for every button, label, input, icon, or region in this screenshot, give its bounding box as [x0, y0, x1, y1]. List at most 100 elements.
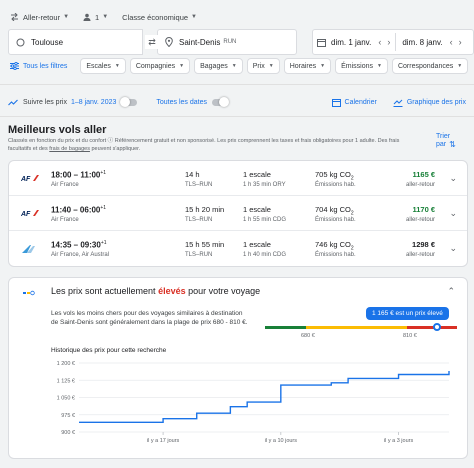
filter-chip-stops[interactable]: Escales ▼ [80, 58, 126, 74]
flight-row[interactable]: AF 11:40 – 06:00+1 Air France 15 h 20 mi… [9, 196, 467, 231]
times-value: 14:35 – 09:30 [51, 240, 101, 250]
flight-stops: 1 escale [243, 240, 271, 249]
filter-chip-emissions[interactable]: Émissions ▼ [335, 58, 388, 74]
sort-button[interactable]: Trier par ⇅ [436, 133, 456, 149]
track-dates-toggle[interactable] [120, 96, 138, 107]
air-france-logo-icon: AF [20, 174, 41, 184]
return-date-value: dim. 8 janv. [402, 37, 443, 47]
flight-route: TLS–RUN [185, 182, 213, 188]
flight-layover: 1 h 40 min CDG [243, 252, 287, 258]
calendar-button[interactable]: Calendrier [331, 98, 377, 107]
plus-day: +1 [100, 170, 107, 176]
price-badge: 1 165 € est un prix élevé [366, 307, 449, 320]
airline-name: Air France, Air Austral [51, 252, 110, 258]
origin-value: Toulouse [31, 37, 64, 47]
flight-stops: 1 escale [243, 170, 271, 179]
co2-value: 704 kg CO [315, 205, 351, 214]
track-date-range: 1–8 janv. 2023 [70, 98, 117, 106]
cabin-select[interactable]: Classe économique ▼ [122, 13, 197, 22]
flight-co2: 704 kg CO2 [315, 205, 354, 217]
times-value: 18:00 – 11:00 [51, 170, 101, 180]
insight-heading: Les prix sont actuellement élevés pour v… [51, 286, 260, 296]
location-pin-icon [165, 37, 173, 47]
flight-row[interactable]: 14:35 – 09:30+1 Air France, Air Austral … [9, 231, 467, 266]
range-low-label: 680 € [301, 333, 315, 339]
chevron-down-icon[interactable]: ⌄ [449, 173, 457, 184]
low-range [265, 326, 306, 329]
co2-sub: 2 [350, 210, 354, 217]
best-flights-title: Meilleurs vols aller [8, 124, 107, 136]
price-history-chart: 1 200 € 1 125 € 1 050 € 975 € 900 € il y a 17… [57, 361, 450, 444]
chevron-up-icon[interactable]: ⌃ [447, 286, 455, 297]
chevron-down-icon: ▼ [268, 63, 274, 69]
calendar-label: Calendrier [344, 98, 377, 106]
chevron-right-icon[interactable]: › [387, 37, 390, 47]
insight-heading-1: Les prix sont actuellement [51, 286, 159, 296]
flight-times: 18:00 – 11:00+1 [51, 170, 106, 180]
flight-price: 1170 € [412, 205, 435, 214]
price-graph-label: Graphique des prix [406, 98, 466, 106]
all-filters-button[interactable]: Tous les filtres [8, 58, 72, 74]
co2-sub: 2 [350, 175, 354, 182]
chip-label: Compagnies [135, 62, 176, 70]
y-tick-label: 975 € [61, 413, 75, 419]
price-insights-card: Les prix sont actuellement élevés pour v… [8, 277, 468, 459]
co2-value: 705 kg CO [315, 170, 351, 179]
flight-duration: 14 h [185, 170, 200, 179]
all-dates-toggle[interactable] [211, 96, 229, 107]
bag-fees-link[interactable]: frais de bagages [49, 146, 90, 152]
origin-field[interactable]: Toulouse [8, 29, 143, 55]
date-fields: dim. 1 janv. ‹ › dim. 8 janv. ‹ › [312, 29, 474, 55]
flight-layover: 1 h 55 min CDG [243, 217, 287, 223]
price-label: aller-retour [405, 217, 435, 223]
emissions-label: Émissions hab. [315, 217, 356, 223]
depart-date-value: dim. 1 janv. [331, 37, 372, 47]
times-value: 11:40 – 06:00 [51, 205, 101, 215]
calendar-icon [317, 38, 326, 47]
flight-list: AF 18:00 – 11:00+1 Air France 14 h TLS–R… [8, 160, 468, 267]
y-tick-label: 1 050 € [57, 396, 75, 402]
passengers-select[interactable]: 1 ▼ [83, 13, 108, 22]
trip-type-select[interactable]: Aller-retour ▼ [10, 13, 69, 22]
note-text-end: peuvent s'appliquer. [91, 146, 141, 152]
chevron-down-icon: ▼ [377, 63, 382, 69]
co2-sub: 2 [350, 245, 354, 252]
chevron-down-icon: ▼ [179, 63, 185, 69]
flights-page: Aller-retour ▼ 1 ▼ Classe économique ▼ T… [0, 0, 474, 468]
flight-stops: 1 escale [243, 205, 271, 214]
swap-button[interactable]: ⇄ [145, 35, 159, 49]
circle-icon [16, 38, 25, 46]
trip-options: Aller-retour ▼ 1 ▼ Classe économique ▼ [10, 8, 211, 26]
flight-price: 1165 € [412, 170, 435, 179]
svg-text:AF: AF [21, 176, 31, 182]
destination-field[interactable]: Saint-Denis RUN [157, 29, 297, 55]
price-graph-button[interactable]: Graphique des prix [393, 98, 466, 107]
plus-day: +1 [100, 240, 107, 246]
info-icon[interactable]: ⓘ [108, 138, 114, 144]
flight-row[interactable]: AF 18:00 – 11:00+1 Air France 14 h TLS–R… [9, 161, 467, 196]
chevron-left-icon[interactable]: ‹ [378, 37, 381, 47]
chevron-down-icon: ▼ [457, 63, 463, 69]
filter-chip-price[interactable]: Prix ▼ [246, 58, 280, 74]
filter-chip-airlines[interactable]: Compagnies ▼ [129, 58, 191, 74]
current-price-marker [433, 323, 441, 331]
tune-icon [10, 62, 19, 70]
filter-chip-times[interactable]: Horaires ▼ [283, 58, 332, 74]
trip-type-label: Aller-retour [23, 12, 61, 22]
chevron-down-icon: ▼ [63, 14, 70, 20]
depart-date-field[interactable]: dim. 1 janv. [313, 38, 375, 47]
filter-chip-bags[interactable]: Bagages ▼ [194, 58, 243, 74]
chevron-left-icon[interactable]: ‹ [450, 37, 453, 47]
divider [0, 84, 474, 85]
chevron-right-icon[interactable]: › [459, 37, 462, 47]
insight-heading-2: pour votre voyage [185, 286, 261, 296]
track-prices-label: Suivre les prix [23, 98, 67, 106]
chevron-down-icon[interactable]: ⌄ [449, 243, 457, 254]
return-date-field[interactable]: dim. 8 janv. [398, 38, 446, 47]
filter-chip-connections[interactable]: Correspondances ▼ [391, 58, 469, 74]
flight-co2: 746 kg CO2 [315, 240, 354, 252]
chip-label: Émissions [341, 62, 374, 70]
chip-label: Prix [252, 62, 265, 70]
chevron-down-icon[interactable]: ⌄ [449, 208, 457, 219]
best-flights-note: Classés en fonction du prix et du confor… [8, 137, 408, 153]
